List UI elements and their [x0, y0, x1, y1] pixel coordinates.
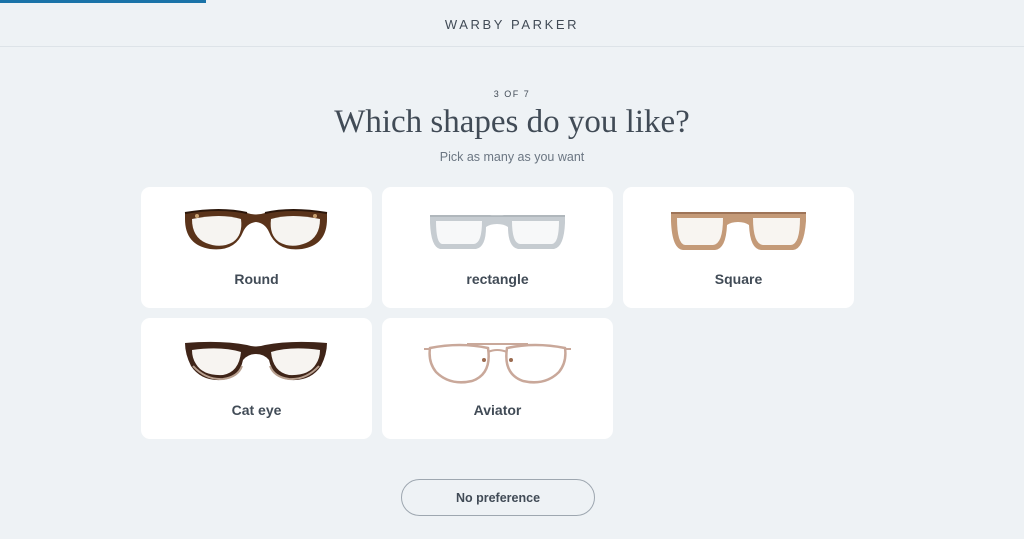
shape-option-label: Cat eye: [231, 402, 282, 418]
shape-option-label: Aviator: [473, 402, 522, 418]
shape-option-cat-eye[interactable]: Cat eye: [141, 318, 372, 439]
question-subtitle: Pick as many as you want: [439, 150, 585, 164]
shape-option-label: Square: [714, 271, 763, 287]
shape-option-square[interactable]: Square: [623, 187, 854, 308]
no-preference-button[interactable]: No preference: [401, 479, 595, 516]
square-glasses-icon: [671, 212, 806, 250]
cat-eye-glasses-icon: [185, 341, 327, 381]
warby-parker-logo[interactable]: WARBY PARKER: [445, 17, 579, 32]
rectangle-glasses-icon: [430, 215, 565, 249]
aviator-glasses-icon: [424, 343, 571, 384]
shape-option-label: rectangle: [466, 271, 529, 287]
shape-option-rectangle[interactable]: rectangle: [382, 187, 613, 308]
shape-option-aviator[interactable]: Aviator: [382, 318, 613, 439]
round-glasses-icon: [184, 209, 328, 250]
question-title: Which shapes do you like?: [334, 104, 690, 140]
shape-option-round[interactable]: Round: [141, 187, 372, 308]
site-header: WARBY PARKER: [0, 0, 1024, 47]
shape-option-label: Round: [234, 271, 279, 287]
step-indicator: 3 OF 7: [493, 89, 531, 99]
